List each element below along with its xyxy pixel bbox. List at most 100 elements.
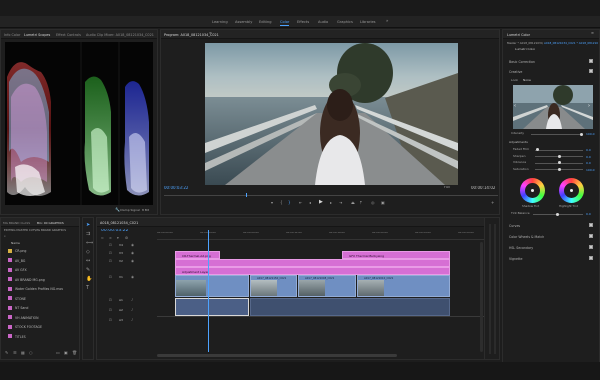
- export-frame-icon[interactable]: ◎: [371, 201, 375, 205]
- go-to-out-icon[interactable]: ⇥: [339, 201, 342, 205]
- lock-icon[interactable]: ⊡: [109, 243, 112, 247]
- step-forward-icon[interactable]: ▸: [330, 201, 332, 205]
- section-creative[interactable]: Creative: [507, 68, 595, 75]
- project-item[interactable]: CR.png: [4, 247, 78, 255]
- adjustment-slider-track[interactable]: [535, 149, 583, 151]
- extract-icon[interactable]: ⤒: [360, 201, 362, 205]
- graphic-clip-c[interactable]: [175, 259, 450, 267]
- icon-view-icon[interactable]: ▦: [21, 351, 25, 355]
- section-color-wheels[interactable]: Color Wheels & Match: [507, 233, 595, 240]
- eye-icon[interactable]: ◉: [131, 243, 134, 247]
- new-item-icon[interactable]: ▣: [64, 351, 68, 355]
- video-clip-3[interactable]: A017_08121008_C021: [298, 275, 356, 297]
- tab-effect-controls[interactable]: Effect Controls: [56, 33, 81, 37]
- track-label[interactable]: A2: [119, 309, 123, 312]
- adjustment-slider-value[interactable]: 100.0: [586, 168, 595, 172]
- workspace-effects[interactable]: Effects: [297, 20, 309, 24]
- add-marker-timeline-icon[interactable]: ▾: [117, 236, 119, 241]
- panel-menu-icon[interactable]: ≡: [209, 31, 212, 36]
- video-clip-2[interactable]: A017_08121150_C021: [250, 275, 297, 297]
- snap-icon[interactable]: ⊂: [101, 236, 104, 241]
- audio-clip-2[interactable]: [250, 298, 450, 316]
- intensity-knob[interactable]: [580, 132, 583, 136]
- highlight-tint-wheel[interactable]: [559, 178, 584, 203]
- speaker-icon[interactable]: ♪: [131, 308, 133, 312]
- new-bin-icon[interactable]: ▭: [56, 351, 60, 355]
- razor-tool-icon[interactable]: ◇: [86, 250, 90, 255]
- wheels-enable-checkbox[interactable]: [589, 234, 593, 238]
- button-editor-icon[interactable]: +: [491, 201, 494, 205]
- project-item[interactable]: STOCK FOOTAGE: [4, 323, 78, 331]
- tab-audio-clip-mixer[interactable]: Audio Clip Mixer: A018_08121034_C021: [86, 33, 154, 37]
- lock-icon[interactable]: ⊡: [109, 308, 112, 312]
- section-hsl-secondary[interactable]: HSL Secondary: [507, 244, 595, 251]
- video-clip-4[interactable]: A017_08121010_C021: [357, 275, 450, 297]
- zoom-slider-icon[interactable]: ○: [29, 351, 33, 355]
- workspace-libraries[interactable]: Libraries: [360, 20, 376, 24]
- mark-out-icon[interactable]: }: [288, 201, 291, 205]
- tab-bin[interactable]: Bin: 00 GRAPHICS: [37, 221, 64, 225]
- timeline-settings-icon[interactable]: ⚙: [125, 236, 128, 241]
- clamp-signal-label[interactable]: Clamp Signal: [120, 209, 140, 212]
- workspace-learning[interactable]: Learning: [212, 20, 228, 24]
- mark-in-icon[interactable]: {: [280, 201, 283, 205]
- hsl-enable-checkbox[interactable]: [589, 245, 593, 249]
- intensity-slider[interactable]: [531, 134, 583, 135]
- timeline-horizontal-scrollbar[interactable]: [157, 354, 397, 357]
- timeline-playhead[interactable]: [208, 230, 209, 352]
- adjustment-slider-value[interactable]: 0.0: [586, 161, 591, 165]
- eye-icon[interactable]: ◉: [131, 275, 134, 279]
- project-item[interactable]: NT Sand: [4, 304, 78, 312]
- lift-icon[interactable]: ⏏: [351, 201, 355, 205]
- adjustment-slider-value[interactable]: 0.0: [586, 155, 591, 159]
- graphic-clip-a[interactable]: CR-Thermal-Ad.png: [175, 251, 220, 259]
- graphic-clip-b[interactable]: GFX Thermal Bulbysing: [342, 251, 450, 259]
- video-clip-1[interactable]: [175, 275, 249, 297]
- speaker-icon[interactable]: ♪: [131, 318, 133, 322]
- project-search-icon[interactable]: ⌕: [4, 235, 6, 239]
- lock-icon[interactable]: ⊡: [109, 259, 112, 263]
- tab-lumetri-scopes[interactable]: Lumetri Scopes: [24, 33, 50, 37]
- adjustment-slider-value[interactable]: 0.0: [586, 148, 591, 152]
- workspace-audio[interactable]: Audio: [318, 20, 328, 24]
- pen-tool-icon[interactable]: ✎: [86, 268, 90, 273]
- lock-icon[interactable]: ⊡: [109, 298, 112, 302]
- look-preview[interactable]: ‹ ›: [513, 85, 593, 129]
- project-item[interactable]: AV BRAND MG.png: [4, 276, 78, 284]
- program-fit-select[interactable]: Full: [444, 186, 450, 189]
- speaker-icon[interactable]: ♪: [131, 298, 133, 302]
- tint-balance-value[interactable]: 0.0: [586, 212, 591, 216]
- workspace-graphics[interactable]: Graphics: [337, 20, 353, 24]
- track-label[interactable]: V4: [119, 244, 123, 247]
- timeline-timecode[interactable]: 00:00:03:22: [101, 229, 128, 234]
- slip-tool-icon[interactable]: ↔: [86, 259, 90, 264]
- hand-tool-icon[interactable]: ✋: [86, 277, 92, 282]
- linked-selection-icon[interactable]: ∞: [109, 236, 112, 241]
- list-view-icon[interactable]: ☰: [13, 351, 17, 355]
- lumetri-menu-icon[interactable]: ≡: [591, 31, 594, 36]
- track-select-tool-icon[interactable]: ⇉: [86, 232, 90, 237]
- tab-lumetri-color[interactable]: Lumetri Color: [507, 33, 530, 37]
- lumetri-clip-path[interactable]: A018_08121034_C021 * A018_08121034_C021: [544, 42, 598, 45]
- ripple-edit-tool-icon[interactable]: ⟺: [86, 241, 93, 246]
- pencil-icon[interactable]: ✎: [5, 351, 8, 355]
- step-back-icon[interactable]: ◂: [309, 201, 311, 205]
- program-timecode-current[interactable]: 00:00:03:22: [164, 186, 188, 190]
- adjustment-layer-clip[interactable]: Adjustment Layer: [175, 267, 450, 275]
- adjustment-slider-knob[interactable]: [557, 167, 561, 171]
- intensity-value[interactable]: 100.0: [586, 132, 595, 136]
- go-to-in-icon[interactable]: ⇤: [299, 201, 302, 205]
- project-item[interactable]: AV_BG: [4, 257, 78, 265]
- lumetri-effect-select[interactable]: Lumetri Color: [515, 48, 535, 51]
- comparison-view-icon[interactable]: ▣: [381, 201, 385, 205]
- project-item[interactable]: STONE: [4, 295, 78, 303]
- tab-project[interactable]: MG BRAND CLASS: [3, 221, 30, 225]
- program-scrubber[interactable]: [164, 193, 498, 197]
- lock-icon[interactable]: ⊡: [109, 275, 112, 279]
- tab-info-color[interactable]: Info Color: [4, 33, 20, 37]
- look-prev-icon[interactable]: ‹: [514, 103, 516, 109]
- play-icon[interactable]: ▶: [319, 200, 323, 205]
- project-item[interactable]: AV GFX: [4, 266, 78, 274]
- workspace-editing[interactable]: Editing: [259, 20, 272, 24]
- shadow-tint-wheel[interactable]: [520, 178, 545, 203]
